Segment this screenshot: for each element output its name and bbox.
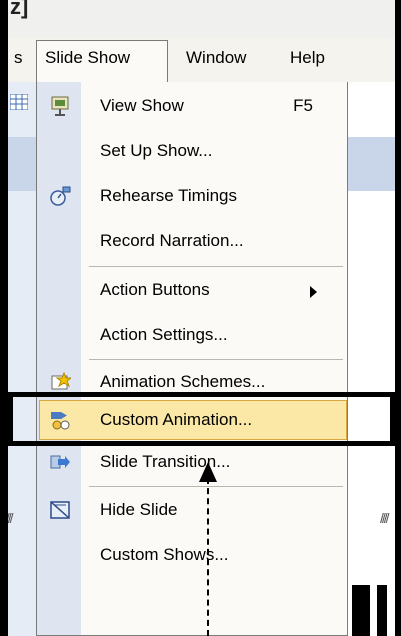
- hide-slide-icon: [50, 501, 70, 519]
- menu-item-label: Action Buttons: [100, 280, 210, 299]
- menu-separator: [89, 359, 343, 360]
- menu-bar: s Slide Show Window Help: [0, 38, 401, 83]
- menu-item-window[interactable]: Window: [186, 48, 246, 68]
- menu-item-help[interactable]: Help: [290, 48, 325, 68]
- slide-show-dropdown-menu: View Show F5 Set Up Show... Rehearse Tim…: [36, 82, 348, 636]
- menu-item-set-up-show[interactable]: Set Up Show...: [37, 131, 347, 173]
- menu-item-record-narration[interactable]: Record Narration...: [37, 221, 347, 263]
- menu-item-shortcut: F5: [293, 96, 313, 115]
- menu-item-slide-show-label: Slide Show: [45, 48, 131, 67]
- table-icon: [10, 94, 28, 110]
- menu-separator: [89, 266, 343, 267]
- menu-item-custom-shows[interactable]: Custom Shows...: [37, 535, 347, 577]
- menu-separator: [89, 486, 343, 487]
- animation-schemes-icon: [51, 371, 71, 390]
- menu-item-label: Custom Shows...: [100, 545, 229, 564]
- stopwatch-icon: [50, 186, 71, 206]
- menu-item-slide-show[interactable]: Slide Show: [45, 48, 130, 68]
- menu-item-action-buttons[interactable]: Action Buttons: [37, 270, 347, 312]
- menu-item-label: Record Narration...: [100, 231, 244, 250]
- annotation-callout-box: [8, 392, 395, 446]
- window-title-fragment: z]: [10, 0, 29, 19]
- menu-item-partial[interactable]: s: [14, 48, 23, 68]
- menu-item-label: Rehearse Timings: [100, 186, 238, 205]
- menu-item-label: Hide Slide: [100, 500, 178, 519]
- annotation-frame-right: [395, 0, 401, 636]
- menu-item-label: View Show: [100, 96, 184, 115]
- slide-hatch-right: ////: [380, 510, 389, 526]
- window-title-strip: z]: [0, 0, 401, 39]
- menu-item-hide-slide[interactable]: Hide Slide: [37, 490, 347, 532]
- menu-item-action-settings[interactable]: Action Settings...: [37, 315, 347, 357]
- slide-content-bar: [352, 585, 370, 636]
- submenu-arrow-icon: [310, 286, 317, 298]
- annotation-dashed-pointer: [207, 478, 209, 636]
- projector-screen-icon: [51, 96, 69, 116]
- menu-item-view-show[interactable]: View Show F5: [37, 86, 347, 128]
- annotation-frame-left: [0, 0, 8, 636]
- menu-item-label: Set Up Show...: [100, 141, 213, 160]
- menu-item-label: Action Settings...: [100, 325, 228, 344]
- menu-item-rehearse-timings[interactable]: Rehearse Timings: [37, 176, 347, 218]
- menu-item-label: Animation Schemes...: [100, 372, 266, 391]
- slide-transition-icon: [50, 455, 70, 469]
- right-toolbar-strip: [348, 137, 401, 191]
- right-background-panel: ////: [348, 82, 401, 636]
- slide-content-bar: [377, 585, 387, 636]
- menu-item-slide-transition[interactable]: Slide Transition...: [37, 442, 347, 484]
